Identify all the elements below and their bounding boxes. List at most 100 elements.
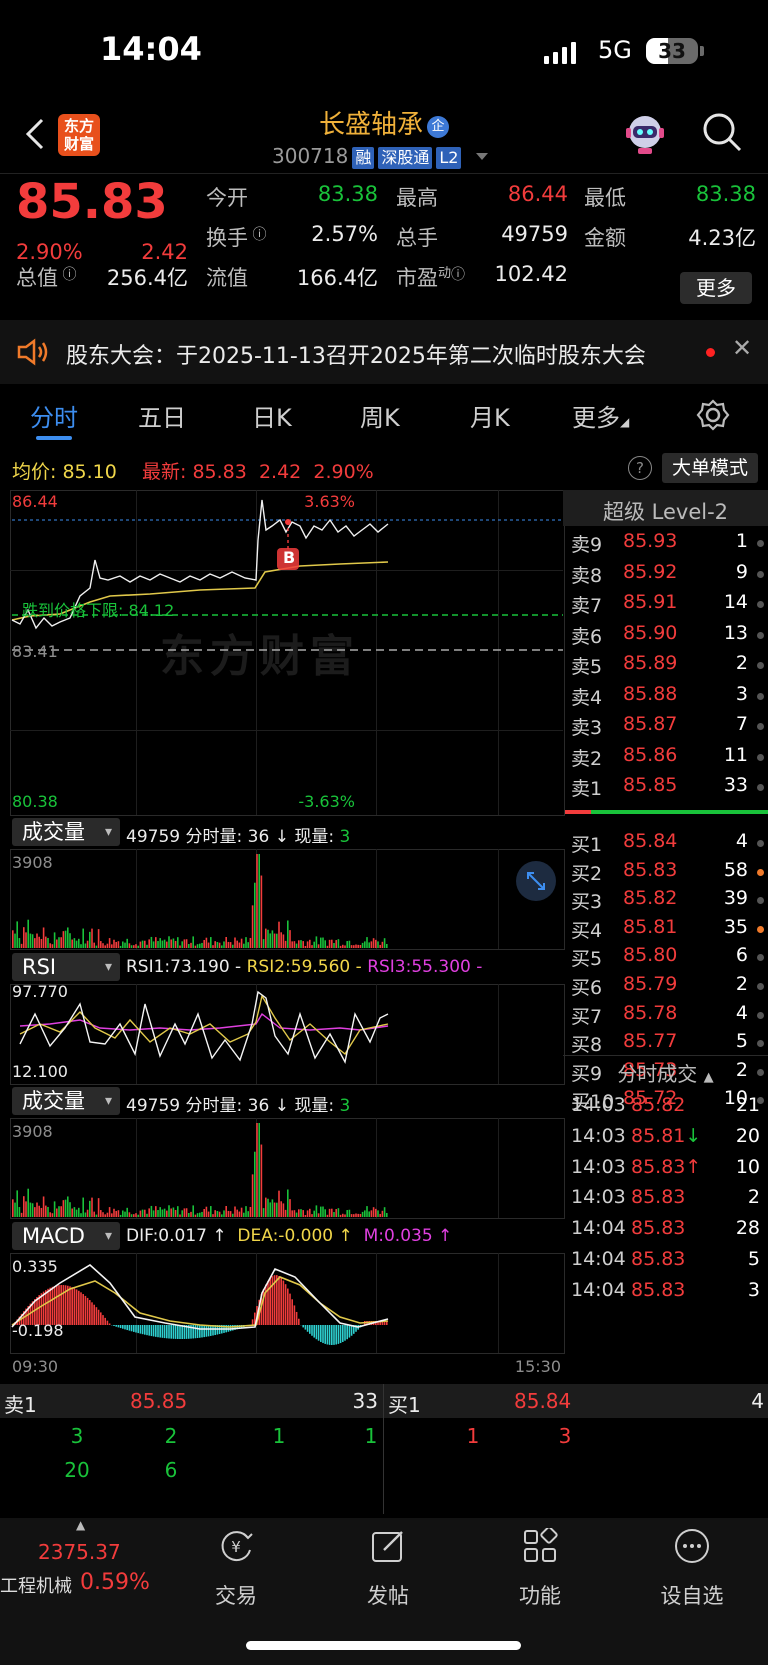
pe-label[interactable]: 市盈动ⓘ <box>396 262 465 292</box>
volume-chart-2[interactable]: 3908 <box>0 1118 565 1219</box>
ask-row[interactable]: 卖9 85.93 1 <box>563 530 768 560</box>
macd-bar <box>269 1278 271 1325</box>
tab-more[interactable]: 更多◢ <box>572 398 629 433</box>
search-icon[interactable] <box>700 110 744 154</box>
bid-row[interactable]: 买3 85.82 39 <box>563 887 768 917</box>
volume-bar <box>355 944 357 948</box>
volume-bar <box>49 1212 51 1217</box>
tick-row: 14:03 85.83↑ 10 <box>563 1156 768 1186</box>
macd-chart[interactable]: 0.335 -0.198 09:30 15:30 <box>0 1253 565 1376</box>
volume-bar <box>124 1211 126 1217</box>
volume-bar <box>315 936 318 948</box>
tab-weekly-k[interactable]: 周K <box>360 398 400 433</box>
index-value[interactable]: 2375.37 <box>38 1540 121 1564</box>
expand-chart-button[interactable] <box>516 861 556 901</box>
volume-bar <box>350 1214 353 1217</box>
ask-row[interactable]: 卖5 85.89 2 <box>563 652 768 682</box>
volume-bar <box>218 1211 221 1217</box>
bid-row[interactable]: 买5 85.80 6 <box>563 944 768 974</box>
volume-bar <box>144 1209 146 1217</box>
ask-row[interactable]: 卖1 85.85 33 <box>563 774 768 804</box>
nav-trade[interactable]: 交易 <box>186 1580 286 1610</box>
volume-bar <box>322 1206 324 1217</box>
order-dot <box>757 1040 764 1048</box>
stock-code-row[interactable]: 300718 融深股通 L2 <box>272 144 488 169</box>
more-button[interactable]: 更多 <box>680 272 752 304</box>
indicator-selector-volume-2[interactable]: 成交量 <box>12 1087 120 1115</box>
volume-bar <box>190 942 192 948</box>
indicator-selector-volume-1[interactable]: 成交量 <box>12 818 120 846</box>
settings-gear-icon[interactable] <box>696 398 730 432</box>
index-name[interactable]: 工程机械 <box>0 1572 72 1598</box>
volume-bar <box>18 938 21 948</box>
intraday-chart[interactable]: 东方财富 B 86.44 3.63% 跌到价格下限: 84.12 83.41 8… <box>0 490 565 816</box>
level2-title[interactable]: 超级 Level-2 <box>563 496 768 526</box>
volume-bar <box>295 1212 298 1217</box>
macd-bar <box>282 1280 285 1325</box>
macd-bar <box>284 1284 287 1325</box>
bid-row[interactable]: 买6 85.79 2 <box>563 973 768 1003</box>
macd-bar <box>267 1280 269 1325</box>
collapse-arrow-icon[interactable]: ▲ <box>76 1518 85 1532</box>
nav-post[interactable]: 发帖 <box>338 1580 438 1610</box>
ask-row[interactable]: 卖6 85.90 13 <box>563 622 768 652</box>
volume-bar <box>60 937 62 948</box>
total-value-label[interactable]: 总值 ⓘ <box>16 262 76 292</box>
nav-add-watchlist[interactable]: 设自选 <box>642 1580 742 1610</box>
robot-assistant-icon[interactable] <box>622 110 668 156</box>
tab-monthly-k[interactable]: 月K <box>470 398 510 433</box>
ask-row[interactable]: 卖8 85.92 9 <box>563 561 768 591</box>
volume-bar <box>47 1206 49 1217</box>
nav-functions[interactable]: 功能 <box>490 1580 590 1610</box>
volume-bar <box>254 882 256 948</box>
turnover-label[interactable]: 换手 ⓘ <box>206 222 266 252</box>
bid-row[interactable]: 买4 85.81 35 <box>563 916 768 946</box>
macd-bar <box>298 1318 300 1325</box>
indicator-selector-macd[interactable]: MACD <box>12 1222 120 1250</box>
bid-price: 85.84 <box>623 830 678 852</box>
help-icon[interactable]: ? <box>628 456 652 480</box>
tab-daily-k[interactable]: 日K <box>252 398 292 433</box>
volume-bar <box>27 919 29 948</box>
volume-bar <box>170 939 172 948</box>
bid-row[interactable]: 买7 85.78 4 <box>563 1002 768 1032</box>
volume-bar <box>214 1210 216 1217</box>
volume-chart-1[interactable]: 3908 <box>0 849 565 950</box>
ask-row[interactable]: 卖2 85.86 11 <box>563 744 768 774</box>
ask-row[interactable]: 卖4 85.88 3 <box>563 683 768 713</box>
volume-bar <box>260 1144 263 1217</box>
macd-bar <box>210 1325 212 1336</box>
unread-dot <box>706 348 715 357</box>
big-order-mode-button[interactable]: 大单模式 <box>662 453 758 483</box>
macd-bar <box>322 1325 324 1344</box>
volume-bar <box>38 1205 40 1217</box>
volume-bar <box>183 939 186 948</box>
ticks-title[interactable]: 分时成交 ▲ <box>563 1058 768 1087</box>
bid-row[interactable]: 买1 85.84 4 <box>563 830 768 860</box>
macd-bar <box>47 1288 49 1325</box>
macd-bar <box>163 1325 166 1339</box>
notice-bar[interactable]: 股东大会：于2025-11-13召开2025年第二次临时股东大会 ✕ <box>0 320 768 384</box>
battery-level: 33 <box>658 39 686 63</box>
volume-bar <box>42 1196 45 1217</box>
info-icon: ⓘ <box>58 267 77 283</box>
bid-row[interactable]: 买2 85.83 58 <box>563 859 768 889</box>
macd-bar <box>159 1325 161 1338</box>
volume-bar <box>249 937 252 948</box>
rsi-chart[interactable]: 97.770 12.100 <box>0 982 565 1085</box>
tab-intraday[interactable]: 分时 <box>30 398 78 433</box>
volume-min-label: 分时量: <box>185 827 243 847</box>
ask-row[interactable]: 卖3 85.87 7 <box>563 713 768 743</box>
tab-five-day[interactable]: 五日 <box>138 398 186 433</box>
indicator-selector-rsi[interactable]: RSI <box>12 953 120 981</box>
ask-row[interactable]: 卖7 85.91 14 <box>563 591 768 621</box>
functions-grid-icon <box>524 1528 558 1562</box>
close-icon[interactable]: ✕ <box>732 334 752 362</box>
volume-bar <box>348 1209 351 1217</box>
volume-bar <box>247 942 249 948</box>
volume-bar <box>293 1210 296 1217</box>
buy-marker[interactable]: B <box>283 548 295 567</box>
volume-bar <box>249 1206 252 1217</box>
tick-volume: 28 <box>735 1217 760 1240</box>
info-icon: ⓘ <box>451 267 466 283</box>
